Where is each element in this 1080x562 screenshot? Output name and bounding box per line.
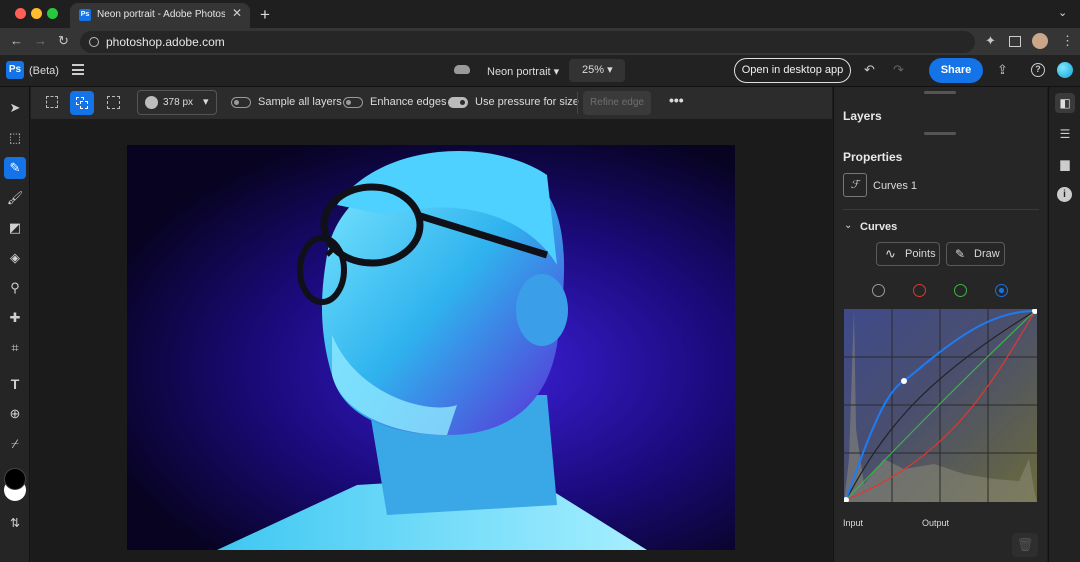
side-panel-icon[interactable] xyxy=(1009,36,1021,47)
sample-all-layers-toggle[interactable] xyxy=(231,97,251,108)
use-pressure-label: Use pressure for size xyxy=(475,96,579,108)
properties-drag-handle[interactable] xyxy=(924,132,956,135)
red-channel-radio[interactable] xyxy=(913,284,926,297)
reload-icon[interactable]: ↻ xyxy=(58,34,69,48)
curves-title: Curves xyxy=(860,221,898,233)
use-pressure-toggle[interactable] xyxy=(448,97,468,108)
options-divider xyxy=(577,92,578,114)
close-window-button[interactable] xyxy=(15,8,26,19)
url-field[interactable]: photoshop.adobe.com xyxy=(80,31,975,53)
enhance-edges-label: Enhance edges xyxy=(370,96,447,108)
help-icon[interactable]: ? xyxy=(1031,63,1045,77)
curves-collapse-chevron-icon[interactable]: ⌄ xyxy=(844,220,852,231)
right-panel: Layers Properties ℱ Curves 1 ⌄ Curves ∿ … xyxy=(833,87,1047,562)
rgb-channel-radio[interactable] xyxy=(872,284,885,297)
quick-select-icon[interactable]: ✎ xyxy=(4,157,26,179)
brush-icon[interactable]: 🖌 xyxy=(4,187,26,209)
share-button[interactable]: Share xyxy=(929,58,983,83)
brush-size-value: 378 px xyxy=(163,97,194,108)
back-arrow-icon[interactable]: ← xyxy=(10,34,23,48)
zoom-dropdown[interactable]: 25% ▾ xyxy=(569,59,625,82)
profile-avatar[interactable] xyxy=(1032,33,1048,49)
hamburger-menu-icon[interactable] xyxy=(72,64,84,75)
delete-trash-icon[interactable]: 🗑 xyxy=(1012,533,1038,557)
layers-title[interactable]: Layers xyxy=(843,109,882,123)
properties-divider xyxy=(843,209,1039,210)
add-to-selection-icon[interactable] xyxy=(70,91,94,115)
zoom-chevron-down-icon: ▾ xyxy=(607,64,613,76)
add-image-icon[interactable]: ⊕ xyxy=(4,403,26,425)
url-text: photoshop.adobe.com xyxy=(106,35,225,49)
fill-icon[interactable]: ◈ xyxy=(4,247,26,269)
crop-icon[interactable]: ⌗ xyxy=(4,337,26,359)
output-label: Output xyxy=(922,518,950,528)
sample-all-layers-label: Sample all layers xyxy=(258,96,342,108)
dodge-icon[interactable]: ⚲ xyxy=(4,277,26,299)
adjustments-panel-icon[interactable]: ☰ xyxy=(1055,124,1075,144)
transform-icon[interactable]: ⬚ xyxy=(4,127,26,149)
browser-menu-icon[interactable]: ⋮ xyxy=(1061,34,1074,48)
layer-name: Curves 1 xyxy=(873,180,918,192)
swap-icon[interactable]: ⇅ xyxy=(4,512,26,534)
brush-size-dropdown[interactable]: 378 px ▾ xyxy=(137,90,217,115)
maximize-window-button[interactable] xyxy=(47,8,58,19)
eraser-icon[interactable]: ◩ xyxy=(4,217,26,239)
input-label: Input xyxy=(843,518,864,528)
curves-layer-icon: ℱ xyxy=(843,173,867,197)
close-tab-icon[interactable]: ✕ xyxy=(232,6,242,20)
comments-icon[interactable]: ▆ xyxy=(1055,154,1075,174)
more-options-icon[interactable]: ••• xyxy=(669,92,684,108)
blue-channel-radio[interactable] xyxy=(995,284,1008,297)
browser-tab[interactable]: Ps Neon portrait - Adobe Photoshop ✕ xyxy=(70,3,250,28)
curves-graph[interactable] xyxy=(843,308,1038,503)
canvas-image-neon-portrait[interactable] xyxy=(127,145,735,550)
cloud-icon xyxy=(454,65,470,74)
brush-size-chevron-icon: ▾ xyxy=(203,96,209,108)
move-icon[interactable]: ➤ xyxy=(4,97,26,119)
redo-icon[interactable]: ↷ xyxy=(893,63,904,77)
subtract-selection-icon[interactable] xyxy=(107,96,120,109)
properties-title: Properties xyxy=(843,150,903,164)
export-icon[interactable]: ⇪ xyxy=(997,63,1008,77)
tab-title: Neon portrait - Adobe Photoshop xyxy=(97,9,225,20)
new-tab-icon[interactable]: + xyxy=(260,5,270,25)
type-icon[interactable]: T xyxy=(4,373,26,395)
draw-mode-button[interactable]: ✎ Draw xyxy=(946,242,1005,266)
open-in-desktop-button[interactable]: Open in desktop app xyxy=(734,58,851,83)
pencil-icon: ✎ xyxy=(955,247,966,261)
doc-chevron-down-icon: ▾ xyxy=(553,66,560,78)
tool-options-bar: 378 px ▾ Sample all layers Enhance edges… xyxy=(31,87,832,119)
layers-drag-handle[interactable] xyxy=(924,91,956,94)
curve-point-mid xyxy=(901,378,907,384)
points-curve-icon: ∿ xyxy=(885,246,896,261)
tab-list-chevron-icon[interactable]: ⌄ xyxy=(1058,6,1067,19)
healing-icon[interactable]: ✚ xyxy=(4,307,26,329)
site-info-icon[interactable] xyxy=(89,37,99,47)
eyedropper-icon[interactable]: ⌿ xyxy=(4,433,26,455)
undo-icon[interactable]: ↶ xyxy=(864,63,875,77)
photoshop-favicon-icon: Ps xyxy=(79,9,91,21)
refine-edge-button[interactable]: Refine edge xyxy=(583,91,651,115)
foreground-color-swatch[interactable] xyxy=(4,468,26,490)
minimize-window-button[interactable] xyxy=(31,8,42,19)
brush-tip-icon xyxy=(145,96,158,109)
creative-cloud-avatar[interactable] xyxy=(1057,62,1073,78)
panel-switcher-strip: ◧ ☰ ▆ i xyxy=(1048,87,1080,562)
info-icon[interactable]: i xyxy=(1057,187,1072,202)
forward-arrow-icon[interactable]: → xyxy=(34,34,47,48)
green-channel-radio[interactable] xyxy=(954,284,967,297)
extensions-icon[interactable]: ✦ xyxy=(985,34,996,48)
new-selection-icon[interactable] xyxy=(46,96,58,108)
app-header: Ps (Beta) Neon portrait ▾ 25% ▾ Open in … xyxy=(0,55,1080,87)
layers-panel-icon[interactable]: ◧ xyxy=(1055,93,1075,113)
left-toolbar: ➤ ⬚ ✎ 🖌 ◩ ◈ ⚲ ✚ ⌗ T ⊕ ⌿ ⇅ xyxy=(0,87,30,562)
portrait-illustration xyxy=(217,151,647,550)
enhance-edges-toggle[interactable] xyxy=(343,97,363,108)
document-name[interactable]: Neon portrait ▾ xyxy=(487,65,559,78)
curves-chart xyxy=(843,308,1038,503)
points-mode-button[interactable]: ∿ Points xyxy=(876,242,940,266)
beta-label: (Beta) xyxy=(29,65,59,77)
browser-tab-bar: Ps Neon portrait - Adobe Photoshop ✕ + ⌄ xyxy=(0,0,1080,28)
photoshop-logo-icon[interactable]: Ps xyxy=(6,61,24,79)
